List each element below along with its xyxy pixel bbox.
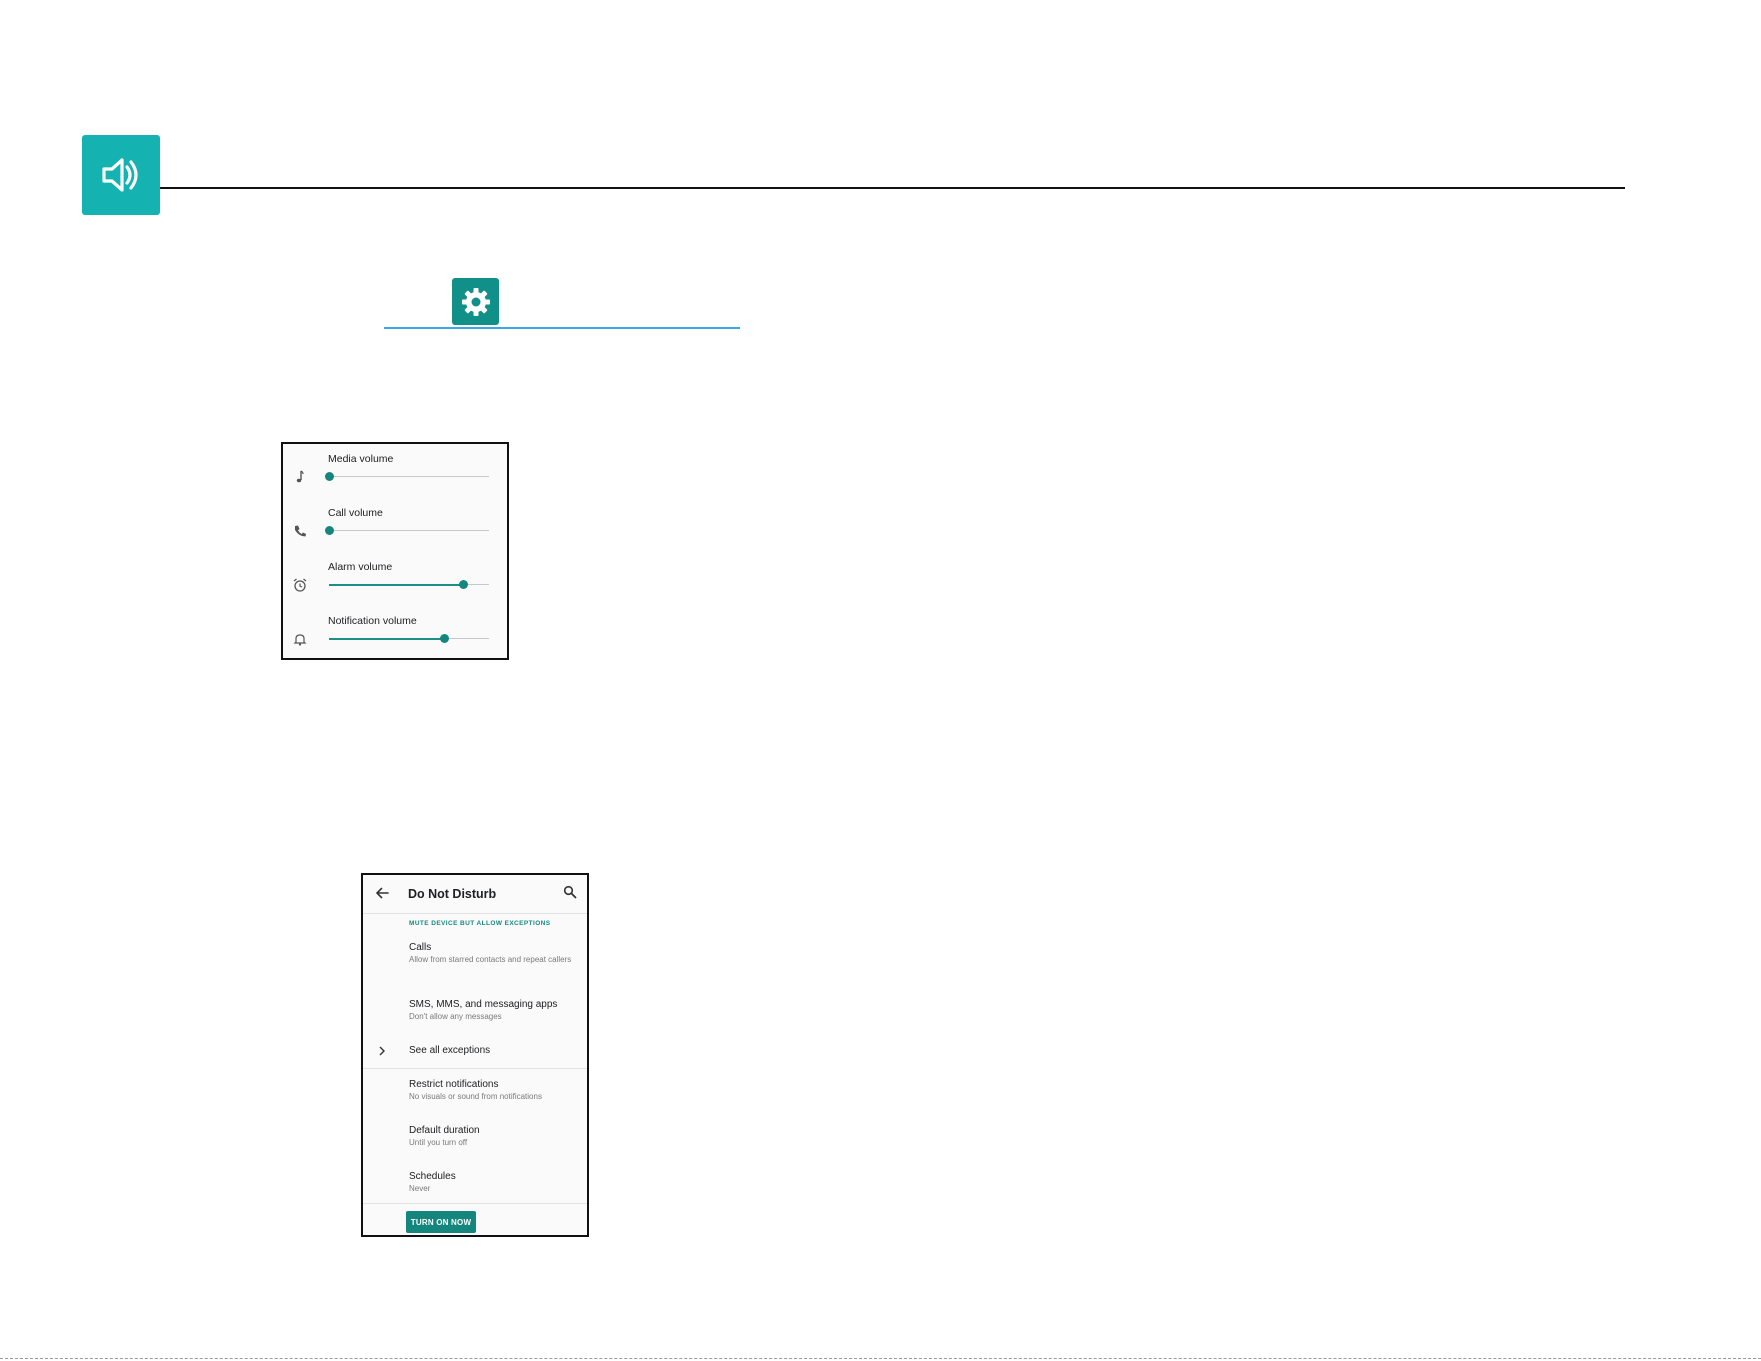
media-volume-slider[interactable] xyxy=(325,472,489,481)
dnd-toolbar: Do Not Disturb xyxy=(363,875,587,914)
messages-setting[interactable]: SMS, MMS, and messaging apps Don't allow… xyxy=(409,999,581,1022)
bell-icon xyxy=(293,634,307,646)
back-arrow-icon[interactable] xyxy=(374,885,390,901)
messages-subtitle: Don't allow any messages xyxy=(409,1012,502,1021)
notification-volume-label: Notification volume xyxy=(328,615,417,627)
speaker-icon xyxy=(102,158,138,192)
search-icon[interactable] xyxy=(563,885,577,899)
volume-panel: Media volume Call volume Alarm volume No… xyxy=(281,442,509,660)
calls-setting[interactable]: Calls Allow from starred contacts and re… xyxy=(409,942,581,965)
default-duration-title: Default duration xyxy=(409,1125,480,1136)
schedules-title: Schedules xyxy=(409,1171,456,1182)
schedules-subtitle: Never xyxy=(409,1184,431,1193)
call-volume-slider[interactable] xyxy=(325,526,489,535)
gear-icon xyxy=(461,287,490,316)
settings-badge xyxy=(452,278,499,325)
media-volume-row: Media volume xyxy=(283,453,507,507)
do-not-disturb-panel: Do Not Disturb MUTE DEVICE BUT ALLOW EXC… xyxy=(361,873,589,1237)
turn-on-now-button[interactable]: TURN ON NOW xyxy=(406,1211,476,1233)
see-all-exceptions[interactable]: See all exceptions xyxy=(409,1045,581,1056)
see-all-exceptions-title: See all exceptions xyxy=(409,1045,491,1056)
settings-underline xyxy=(384,327,740,329)
page-title: Do Not Disturb xyxy=(408,887,497,901)
footer-divider xyxy=(363,1203,587,1204)
list-divider xyxy=(363,1068,587,1069)
restrict-notifications-title: Restrict notifications xyxy=(409,1079,499,1090)
default-duration-subtitle: Until you turn off xyxy=(409,1138,468,1147)
notification-volume-slider[interactable] xyxy=(329,634,489,643)
restrict-notifications-subtitle: No visuals or sound from notifications xyxy=(409,1092,542,1101)
phone-icon xyxy=(295,525,306,537)
messages-title: SMS, MMS, and messaging apps xyxy=(409,999,558,1010)
calls-title: Calls xyxy=(409,942,432,953)
chevron-right-icon[interactable] xyxy=(377,1045,387,1057)
header-divider xyxy=(160,187,1625,189)
alarm-volume-label: Alarm volume xyxy=(328,561,393,573)
call-volume-label: Call volume xyxy=(328,507,383,519)
sound-settings-badge xyxy=(82,135,160,215)
call-volume-thumb[interactable] xyxy=(325,526,334,535)
schedules-setting[interactable]: Schedules Never xyxy=(409,1171,581,1194)
music-note-icon xyxy=(296,470,304,483)
page-bottom-edge xyxy=(0,1358,1761,1359)
notification-volume-thumb[interactable] xyxy=(440,634,450,643)
calls-subtitle: Allow from starred contacts and repeat c… xyxy=(409,955,572,964)
restrict-notifications-setting[interactable]: Restrict notifications No visuals or sou… xyxy=(409,1079,581,1102)
default-duration-setting[interactable]: Default duration Until you turn off xyxy=(409,1125,581,1148)
section-header: MUTE DEVICE BUT ALLOW EXCEPTIONS xyxy=(409,920,551,927)
media-volume-label: Media volume xyxy=(328,453,394,465)
notification-volume-row: Notification volume xyxy=(283,615,507,669)
alarm-volume-row: Alarm volume xyxy=(283,561,507,615)
alarm-clock-icon xyxy=(293,578,307,592)
alarm-volume-slider[interactable] xyxy=(329,580,489,589)
call-volume-row: Call volume xyxy=(283,507,507,561)
alarm-volume-thumb[interactable] xyxy=(459,580,469,589)
media-volume-thumb[interactable] xyxy=(325,472,334,481)
